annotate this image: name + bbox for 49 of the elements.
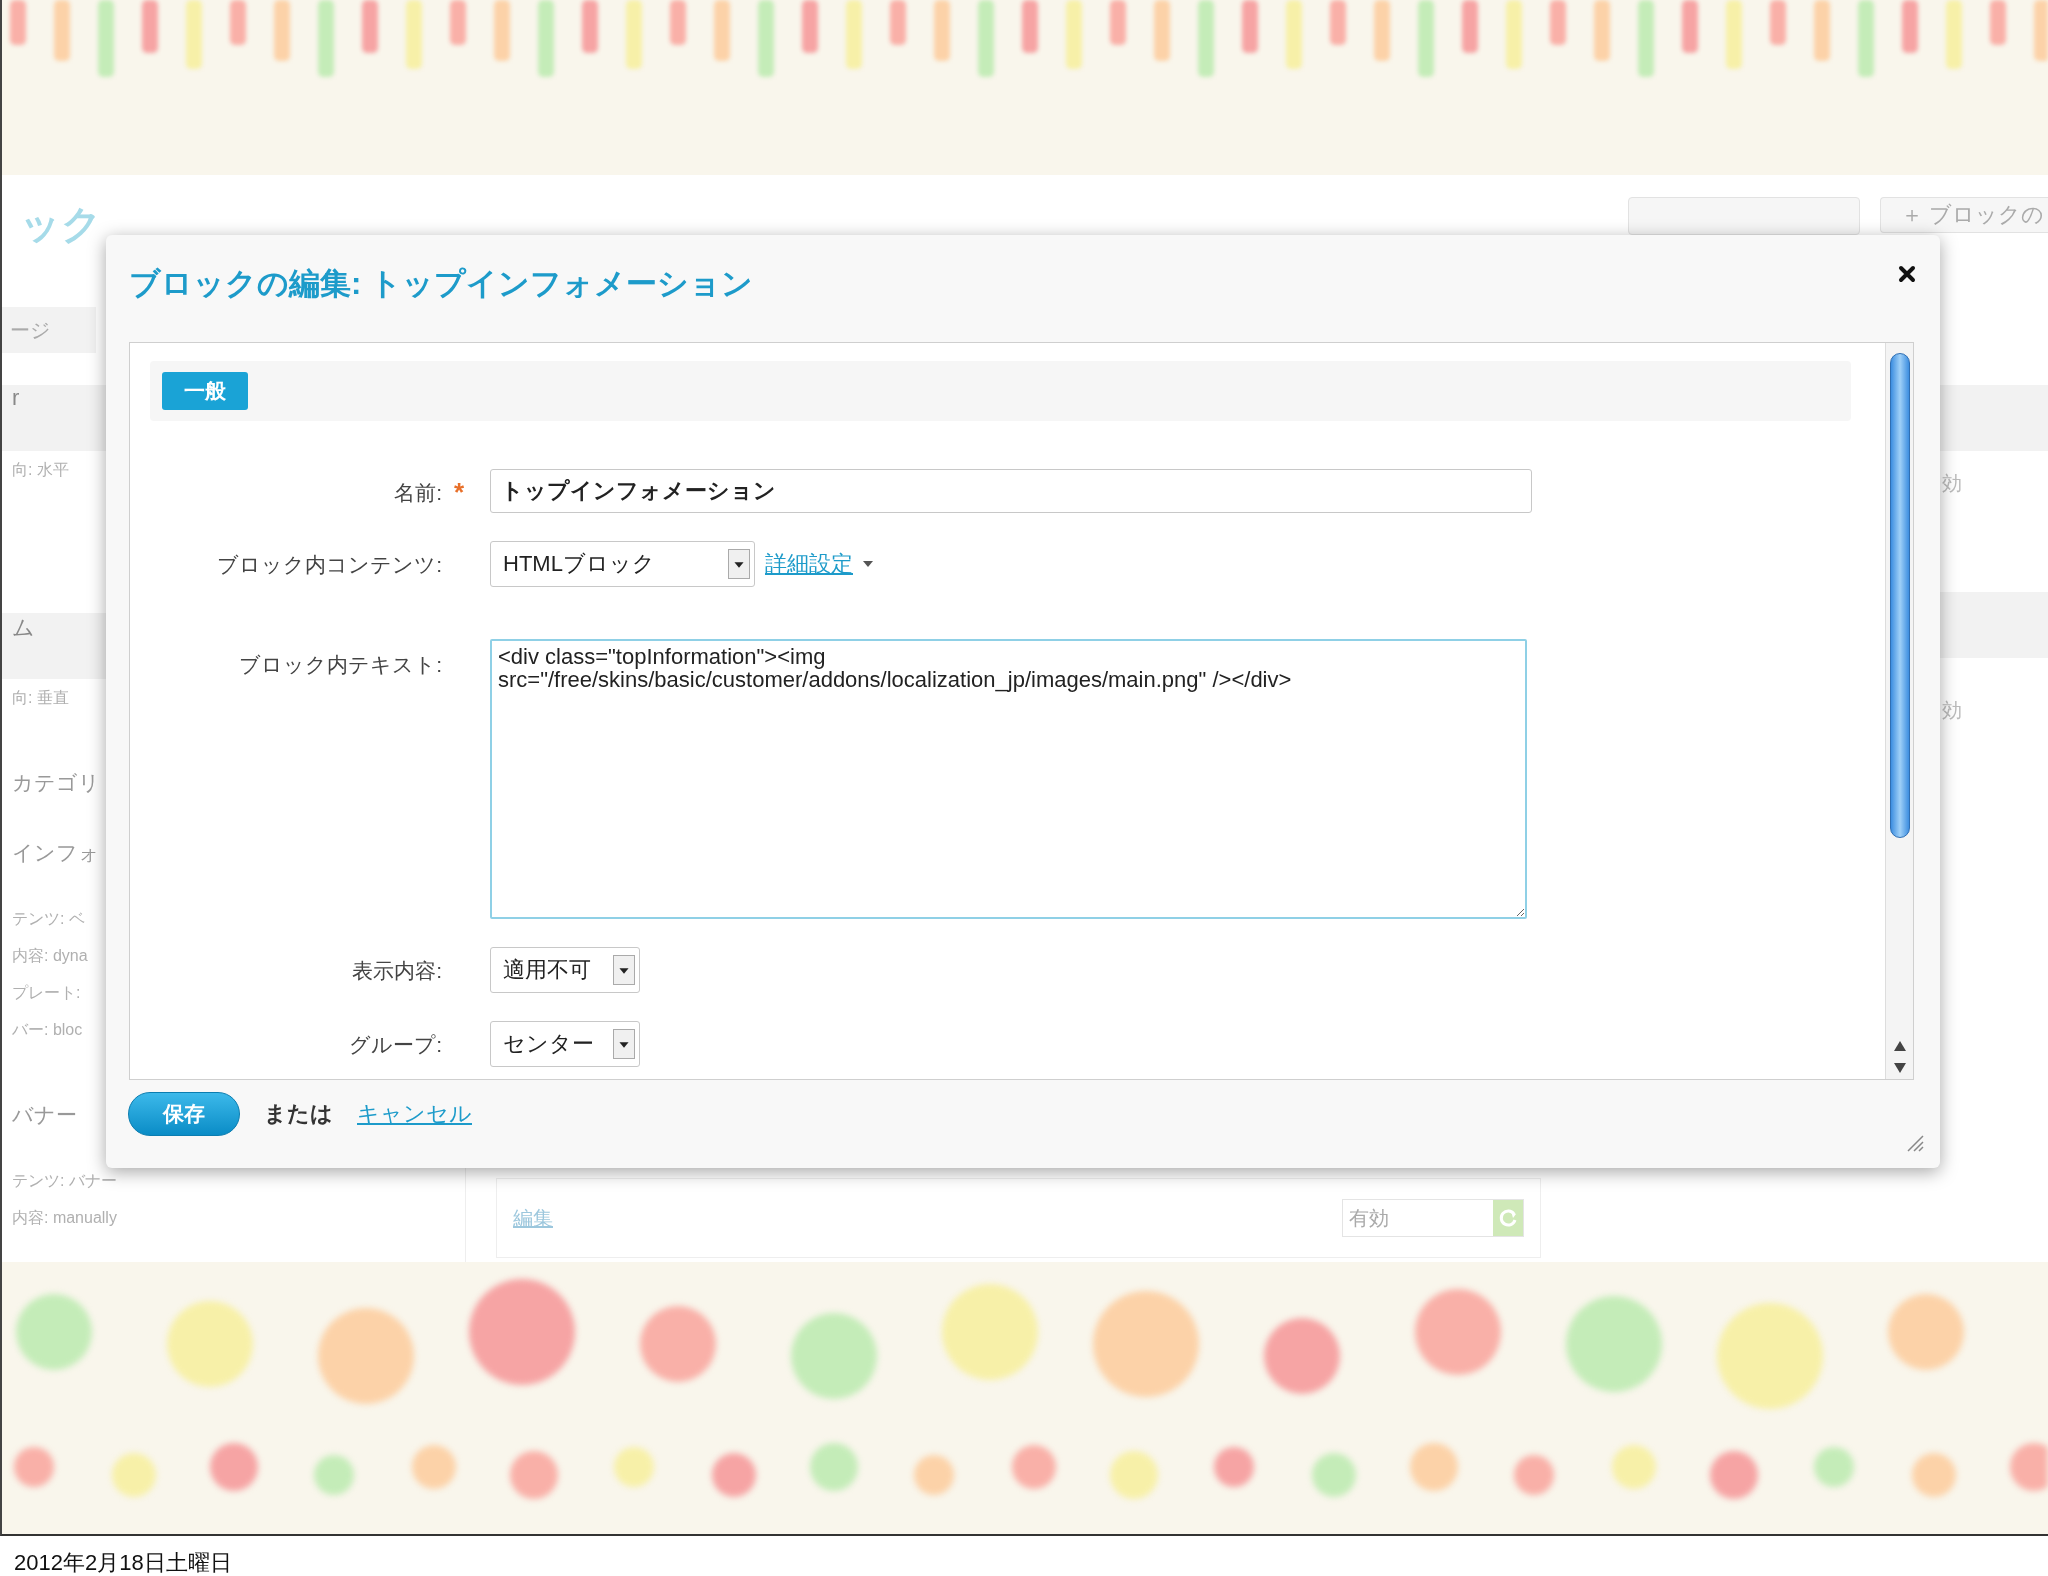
block-title: カテゴリ <box>11 770 100 796</box>
page-heading: ック <box>20 201 102 248</box>
select-field[interactable]: センター <box>490 1021 640 1067</box>
block-detail-text: 向: 垂直 <box>11 688 69 708</box>
close-icon[interactable] <box>1898 265 1916 283</box>
text-area-field[interactable]: <div class="topInformation"><img src="/free/skins/basic/customer/addons/localization_jp/images/main.png" /></div> <box>490 639 1527 919</box>
caret-icon <box>613 955 635 985</box>
scrollbar[interactable] <box>1885 343 1913 1079</box>
caret-icon <box>613 1029 635 1059</box>
field-label: グループ: <box>348 1032 442 1058</box>
dropdown-caret-icon <box>863 561 873 567</box>
status-text: 効 <box>1941 471 1963 496</box>
cancel-link[interactable]: キャンセル <box>357 1092 472 1136</box>
status-text: 効 <box>1941 698 1963 723</box>
add-block-button[interactable]: ＋ ブロックの <box>1879 197 2048 233</box>
scroll-thumb[interactable] <box>1889 353 1910 838</box>
block-detail-text: バー: bloc <box>11 1020 83 1040</box>
block-title: バナー <box>11 1102 77 1128</box>
required-mark: * <box>453 476 466 508</box>
status-field[interactable]: 有効 <box>1342 1199 1524 1237</box>
block-detail-text: テンツ: ベ <box>11 909 85 929</box>
select-field[interactable]: 適用不可 <box>490 947 640 993</box>
tab[interactable]: 一般 <box>162 372 248 410</box>
block-detail-text: 内容: manually <box>11 1208 117 1228</box>
block-detail-text: テンツ: バナー <box>11 1171 117 1191</box>
block-title: r <box>11 385 20 411</box>
save-button[interactable]: 保存 <box>128 1092 240 1136</box>
edit-link[interactable]: 編集 <box>513 1204 553 1232</box>
advanced-settings-link[interactable]: 詳細設定 <box>765 549 853 579</box>
block-title: ム <box>11 614 35 642</box>
block-detail-text: プレート: <box>11 983 81 1003</box>
dialog-title: ブロックの編集: トップインフォメーション <box>129 265 753 303</box>
field-label: 名前: <box>393 480 442 506</box>
block-title: インフォ <box>11 840 100 866</box>
scroll-down-icon[interactable] <box>1893 1063 1906 1073</box>
block-detail-text: 向: 水平 <box>11 460 69 480</box>
name-input-field[interactable]: トップインフォメーション <box>490 469 1532 513</box>
resize-grip-icon[interactable] <box>1906 1134 1924 1152</box>
separator-text: または <box>264 1100 333 1128</box>
field-label: ブロック内テキスト: <box>238 652 442 678</box>
page-tab[interactable]: ージ <box>2 307 96 353</box>
field-label: 表示内容: <box>351 958 442 984</box>
date-text: 2012年2月18日土曜日 <box>13 1549 233 1576</box>
field-label: ブロック内コンテンツ: <box>216 552 442 578</box>
scroll-up-icon[interactable] <box>1893 1041 1906 1051</box>
caret-icon <box>728 549 750 579</box>
refresh-icon <box>1493 1200 1523 1236</box>
block-detail-text: 内容: dyna <box>11 946 88 966</box>
select-field[interactable]: HTMLブロック <box>490 541 755 587</box>
